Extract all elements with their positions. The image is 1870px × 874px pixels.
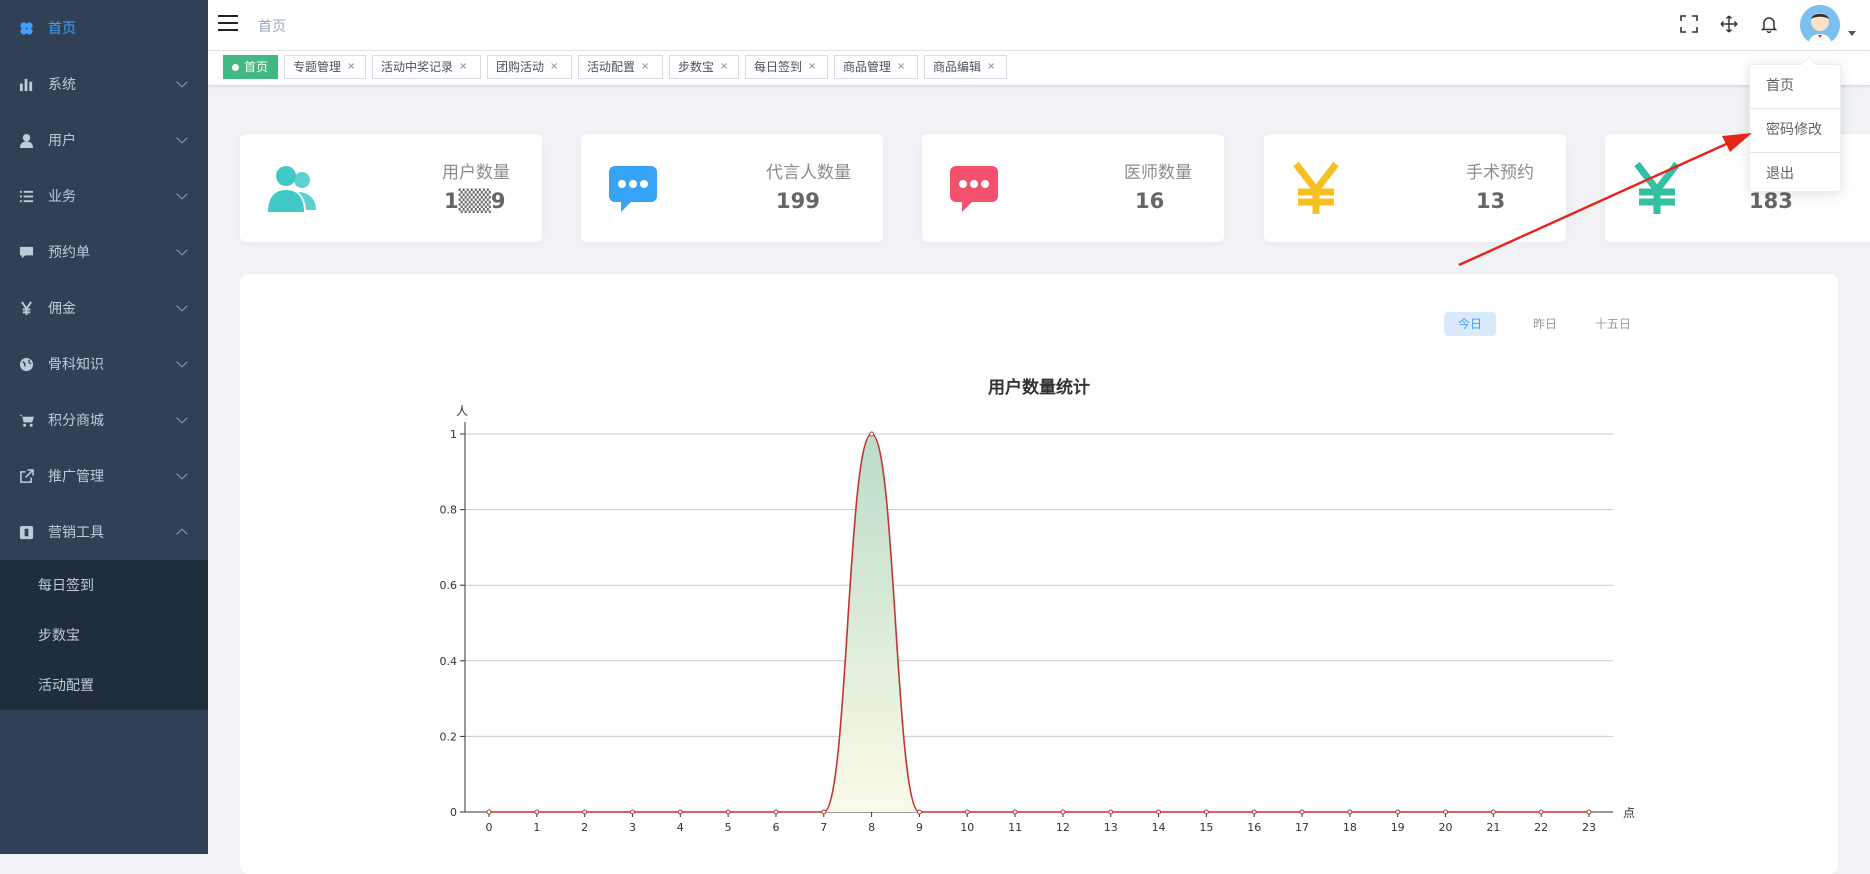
annotation-arrow: [1458, 133, 1752, 267]
